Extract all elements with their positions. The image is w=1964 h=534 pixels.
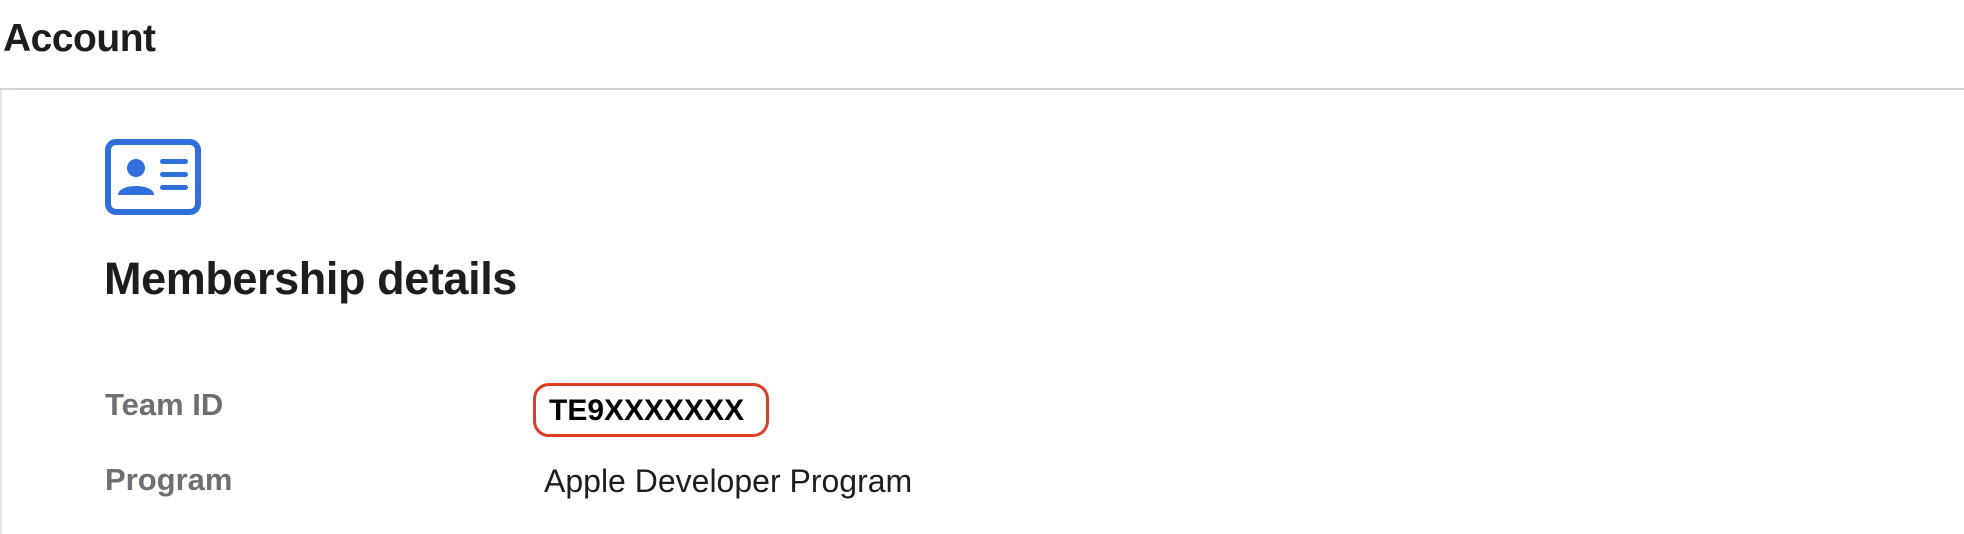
- membership-details-title: Membership details: [104, 253, 517, 304]
- team-id-label: Team ID: [105, 387, 224, 422]
- contact-card-icon: [105, 139, 201, 215]
- membership-panel: [0, 90, 1964, 534]
- team-id-value: TE9XXXXXXX: [549, 394, 745, 427]
- page-header: Account: [0, 0, 1964, 90]
- program-label: Program: [105, 462, 233, 497]
- program-value: Apple Developer Program: [544, 463, 913, 499]
- page-title: Account: [3, 17, 156, 60]
